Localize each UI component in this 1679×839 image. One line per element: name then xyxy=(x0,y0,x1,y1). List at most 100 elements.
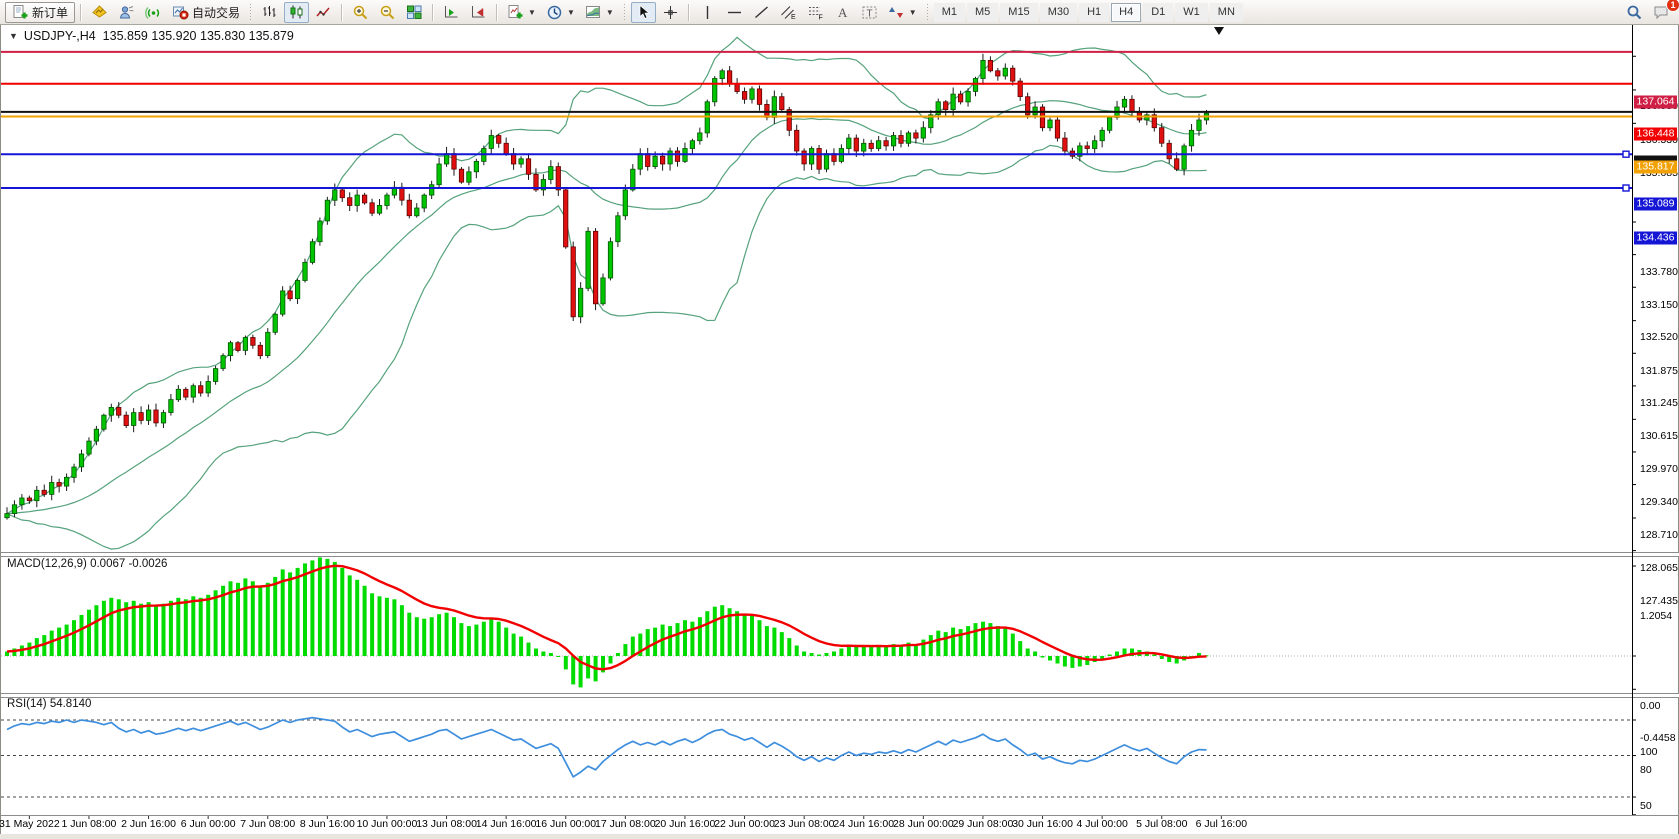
signals-button[interactable] xyxy=(141,2,166,23)
fibonacci-icon: F xyxy=(807,4,824,21)
macd-histogram-bar xyxy=(1130,649,1134,657)
candle-body xyxy=(1182,146,1186,169)
macd-layer xyxy=(1,557,1632,687)
macd-histogram-bar xyxy=(1048,656,1052,661)
chat-button[interactable]: 1 xyxy=(1648,2,1675,23)
macd-histogram-bar xyxy=(921,640,925,656)
text-button[interactable]: A xyxy=(830,2,855,23)
time-axis-label: 23 Jun 08:00 xyxy=(774,818,835,830)
tf-button-W1[interactable]: W1 xyxy=(1175,3,1208,22)
macd-histogram-bar xyxy=(981,622,985,656)
tf-button-H4[interactable]: H4 xyxy=(1111,3,1141,22)
line-chart-button[interactable] xyxy=(311,2,336,23)
macd-histogram-bar xyxy=(87,610,91,656)
new-order-button[interactable]: 新订单 xyxy=(5,2,75,23)
symbol-period-label: USDJPY-,H4 xyxy=(24,29,96,43)
tf-button-M1[interactable]: M1 xyxy=(934,3,965,22)
macd-histogram-bar xyxy=(355,580,359,656)
macd-histogram-bar xyxy=(929,635,933,656)
candle-body xyxy=(1189,130,1193,146)
candle-body xyxy=(854,138,858,151)
candles-layer xyxy=(5,54,1209,520)
candle-body xyxy=(243,338,247,351)
zoom-in-button[interactable] xyxy=(348,2,373,23)
candle-body xyxy=(87,441,91,454)
chart-shift-button[interactable] xyxy=(466,2,491,23)
chevron-down-icon: ▼ xyxy=(567,8,575,17)
candle-body xyxy=(1093,141,1097,149)
text-label-button[interactable]: T xyxy=(857,2,882,23)
rsi-pane-canvas[interactable] xyxy=(1,0,1679,839)
time-axis-label: 4 Jul 00:00 xyxy=(1076,818,1127,830)
tf-button-H1[interactable]: H1 xyxy=(1079,3,1109,22)
vertical-line-button[interactable] xyxy=(695,2,720,23)
macd-histogram-bar xyxy=(758,620,762,656)
crosshair-button[interactable] xyxy=(658,2,683,23)
pane-splitter-rsi[interactable] xyxy=(1,693,1679,698)
macd-pane-canvas[interactable] xyxy=(1,0,1679,839)
channel-button[interactable]: E xyxy=(776,2,801,23)
macd-histogram-bar xyxy=(743,614,747,656)
text-icon: A xyxy=(834,4,851,21)
tf-button-M30[interactable]: M30 xyxy=(1040,3,1077,22)
charts-profile-button[interactable] xyxy=(87,2,112,23)
macd-histogram-bar xyxy=(772,628,776,656)
bar-chart-button[interactable] xyxy=(257,2,282,23)
tf-button-M5[interactable]: M5 xyxy=(967,3,998,22)
candle-body xyxy=(929,115,933,128)
horizontal-line-button[interactable] xyxy=(722,2,747,23)
candle-body xyxy=(795,130,799,151)
candle-body xyxy=(452,154,456,170)
candle-body xyxy=(318,221,322,242)
macd-histogram-bar xyxy=(795,646,799,657)
search-button[interactable] xyxy=(1622,2,1647,23)
candle-body xyxy=(132,413,136,426)
macd-histogram-bar xyxy=(832,652,836,657)
auto-trading-button[interactable]: 自动交易 xyxy=(168,2,244,23)
collapse-panel-icon[interactable]: ▼ xyxy=(9,31,18,41)
candle-body xyxy=(638,154,642,170)
horizontal-line-icon xyxy=(726,4,743,21)
candle-body xyxy=(951,94,955,110)
toolbar-separator xyxy=(496,4,498,21)
price-tick-label: 132.520 xyxy=(1640,331,1678,343)
arrows-button[interactable]: ▼ xyxy=(884,2,921,23)
candle-body xyxy=(534,174,538,190)
candle-body xyxy=(690,141,694,149)
tf-button-D1[interactable]: D1 xyxy=(1143,3,1173,22)
cursor-button[interactable] xyxy=(631,2,656,23)
time-axis-label: 16 Jun 00:00 xyxy=(535,818,596,830)
tile-windows-button[interactable] xyxy=(402,2,427,23)
macd-histogram-bar xyxy=(20,646,24,657)
macd-histogram-bar xyxy=(534,649,538,657)
macd-histogram-bar xyxy=(1003,628,1007,656)
macd-histogram-bar xyxy=(1063,656,1067,667)
macd-histogram-bar xyxy=(616,653,620,656)
auto-scroll-button[interactable] xyxy=(439,2,464,23)
macd-histogram-bar xyxy=(936,631,940,656)
macd-histogram-bar xyxy=(1182,656,1186,661)
templates-button[interactable]: ▼ xyxy=(581,2,618,23)
price-chart-canvas[interactable] xyxy=(1,0,1679,839)
tf-button-MN[interactable]: MN xyxy=(1210,3,1243,22)
tf-button-M15[interactable]: M15 xyxy=(1000,3,1037,22)
zoom-out-button[interactable] xyxy=(375,2,400,23)
fibonacci-button[interactable]: F xyxy=(803,2,828,23)
line-handle xyxy=(1623,151,1629,157)
macd-histogram-bar xyxy=(459,623,463,656)
macd-histogram-bar xyxy=(191,596,195,656)
macd-histogram-bar xyxy=(363,586,367,656)
macd-histogram-bar xyxy=(1100,656,1104,659)
periods-button[interactable]: ▼ xyxy=(542,2,579,23)
market-watch-button[interactable] xyxy=(114,2,139,23)
time-axis-label: 1 Jun 08:00 xyxy=(61,818,116,830)
candlestick-button[interactable] xyxy=(284,2,309,23)
candle-body xyxy=(407,200,411,216)
candle-body xyxy=(981,60,985,78)
macd-histogram-bar xyxy=(869,647,873,656)
trendline-button[interactable] xyxy=(749,2,774,23)
indicators-button[interactable]: ▼ xyxy=(503,2,540,23)
candle-body xyxy=(504,143,508,153)
pane-splitter-macd[interactable] xyxy=(1,552,1679,557)
candle-body xyxy=(1122,99,1126,107)
